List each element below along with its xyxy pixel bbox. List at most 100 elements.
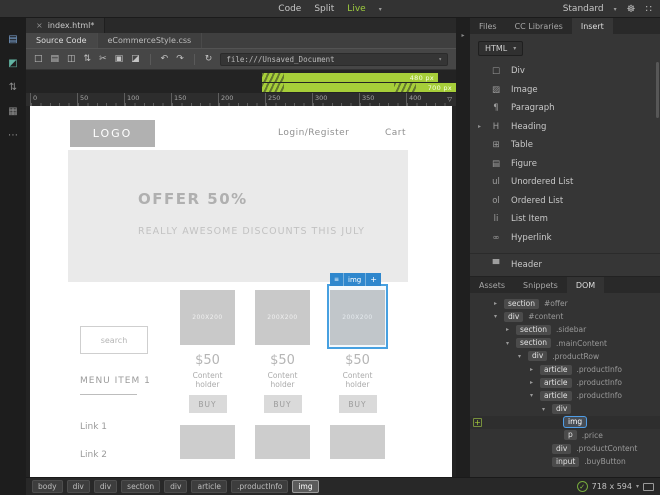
insert-item-unordered-list[interactable]: ul Unordered List bbox=[470, 173, 660, 192]
dom-tag[interactable]: section bbox=[504, 298, 540, 309]
insert-item-div[interactable]: □ Div bbox=[470, 62, 660, 81]
tag-selector-div[interactable]: div bbox=[164, 480, 188, 493]
undo-icon[interactable]: ↶ bbox=[161, 54, 169, 64]
open-file-icon[interactable]: ▤ bbox=[51, 54, 60, 64]
tag-selector-section[interactable]: section bbox=[121, 480, 161, 493]
insert-item-list-item[interactable]: li List Item bbox=[470, 210, 660, 229]
page-logo[interactable]: LOGO bbox=[70, 120, 155, 147]
dom-tag[interactable]: img bbox=[564, 417, 587, 428]
document-tab[interactable]: × index.html* bbox=[26, 18, 106, 33]
workspace-layout-icon[interactable]: ∷ bbox=[646, 4, 652, 15]
media-bar-grip[interactable] bbox=[394, 83, 416, 92]
tab-snippets[interactable]: Snippets bbox=[514, 277, 567, 293]
element-display-tag[interactable]: ≡ img + bbox=[330, 273, 381, 286]
expand-icon[interactable]: ▸ bbox=[478, 123, 481, 130]
collapse-icon[interactable]: ▾ bbox=[506, 340, 516, 347]
workspace-dropdown-icon[interactable]: ▾ bbox=[614, 6, 617, 13]
viewport-dropdown-icon[interactable]: ▾ bbox=[636, 483, 639, 490]
dom-node-div[interactable]: ▾ div bbox=[470, 403, 660, 416]
dom-node-productinfo[interactable]: ▸ article .productInfo bbox=[470, 363, 660, 376]
tab-assets[interactable]: Assets bbox=[470, 277, 514, 293]
sync-settings-icon[interactable]: ☸ bbox=[627, 4, 636, 15]
tag-selector-article[interactable]: article bbox=[191, 480, 227, 493]
copy-icon[interactable]: ▣ bbox=[115, 54, 124, 64]
dom-tag[interactable]: div bbox=[504, 311, 524, 322]
element-menu-icon[interactable]: ≡ bbox=[330, 273, 345, 286]
tab-dom[interactable]: DOM bbox=[566, 277, 605, 293]
new-document-icon[interactable]: □ bbox=[34, 54, 43, 64]
panel-scrollbar[interactable] bbox=[656, 62, 659, 118]
add-element-icon[interactable]: + bbox=[366, 273, 381, 286]
search-input[interactable]: search bbox=[80, 326, 148, 354]
media-query-bar-480[interactable]: 480 px bbox=[262, 73, 438, 82]
lint-ok-icon[interactable]: ✓ bbox=[576, 481, 588, 492]
tab-insert[interactable]: Insert bbox=[571, 18, 613, 34]
refresh-icon[interactable]: ↻ bbox=[205, 54, 213, 64]
expand-icon[interactable]: ▸ bbox=[530, 366, 540, 373]
insert-item-hyperlink[interactable]: ∞ Hyperlink bbox=[470, 229, 660, 248]
expand-icon[interactable]: ▸ bbox=[530, 379, 540, 386]
product-image-placeholder[interactable]: 200X200 bbox=[180, 290, 235, 345]
dom-tag[interactable]: article bbox=[540, 364, 572, 375]
tag-selector-productinfo[interactable]: .productInfo bbox=[231, 480, 289, 493]
redo-icon[interactable]: ↷ bbox=[176, 54, 184, 64]
dom-node-buybutton[interactable]: input .buyButton bbox=[470, 455, 660, 468]
collapse-icon[interactable]: ▾ bbox=[530, 392, 540, 399]
sidebar-link-2[interactable]: Link 2 bbox=[80, 450, 107, 460]
insert-item-header[interactable]: ▀ Header bbox=[470, 256, 660, 275]
dom-tag[interactable]: article bbox=[540, 390, 572, 401]
tag-selector-body[interactable]: body bbox=[32, 480, 63, 493]
dom-tag[interactable]: input bbox=[552, 456, 580, 467]
ruler-marker-icon[interactable]: ▽ bbox=[447, 96, 452, 103]
tab-cc-libraries[interactable]: CC Libraries bbox=[506, 18, 572, 34]
extract-panel-icon[interactable]: ◩ bbox=[8, 58, 17, 69]
collapse-icon[interactable]: ▾ bbox=[494, 313, 504, 320]
collapse-icon[interactable]: ▾ bbox=[518, 353, 528, 360]
dom-tag[interactable]: div bbox=[552, 404, 572, 415]
insert-item-paragraph[interactable]: ¶ Paragraph bbox=[470, 99, 660, 118]
dom-tag[interactable]: div bbox=[528, 351, 548, 362]
dom-node-productinfo[interactable]: ▾ article .productInfo bbox=[470, 389, 660, 402]
dom-tag[interactable]: section bbox=[516, 338, 552, 349]
tab-files[interactable]: Files bbox=[470, 18, 506, 34]
dom-tag[interactable]: article bbox=[540, 377, 572, 388]
view-mode-live[interactable]: Live bbox=[347, 4, 365, 14]
paste-icon[interactable]: ◪ bbox=[131, 54, 140, 64]
element-selection-outline[interactable] bbox=[327, 284, 388, 349]
media-bar-grip[interactable] bbox=[262, 83, 284, 92]
insert-item-ordered-list[interactable]: ol Ordered List bbox=[470, 192, 660, 211]
category-dropdown-icon[interactable]: ▾ bbox=[513, 45, 516, 52]
live-view-canvas[interactable]: LOGO Login/Register Cart OFFER 50% REALL… bbox=[30, 106, 452, 477]
tag-selector-div[interactable]: div bbox=[93, 480, 118, 493]
dom-tag[interactable]: p bbox=[564, 430, 577, 441]
url-dropdown-icon[interactable]: ▾ bbox=[438, 56, 442, 63]
save-icon[interactable]: ◫ bbox=[67, 54, 76, 64]
product-image-placeholder[interactable]: 200X200 bbox=[255, 290, 310, 345]
sidebar-link-1[interactable]: Link 1 bbox=[80, 422, 107, 432]
login-register-link[interactable]: Login/Register bbox=[278, 128, 349, 138]
dom-node-productinfo[interactable]: ▸ article .productInfo bbox=[470, 376, 660, 389]
buy-button[interactable]: BUY bbox=[338, 395, 377, 413]
view-mode-code[interactable]: Code bbox=[278, 4, 301, 14]
workspace-select[interactable]: Standard bbox=[563, 4, 604, 14]
product-card[interactable]: 200X200 $50 Content holder BUY bbox=[180, 290, 235, 459]
related-file-source-code[interactable]: Source Code bbox=[26, 33, 98, 48]
live-dropdown-icon[interactable]: ▾ bbox=[379, 6, 382, 13]
customize-toolbar-icon[interactable]: ⋯ bbox=[8, 130, 18, 141]
insert-item-table[interactable]: ⊞ Table bbox=[470, 136, 660, 155]
cart-link[interactable]: Cart bbox=[385, 128, 406, 138]
media-bar-grip[interactable] bbox=[262, 73, 284, 82]
insert-element-icon[interactable]: + bbox=[473, 417, 482, 427]
dom-node-productcontent[interactable]: div .productContent bbox=[470, 442, 660, 455]
insert-item-heading[interactable]: ▸ H Heading bbox=[470, 118, 660, 137]
file-transfer-icon[interactable]: ⇅ bbox=[84, 54, 92, 64]
insert-item-figure[interactable]: ▤ Figure bbox=[470, 155, 660, 174]
offer-hero-section[interactable]: OFFER 50% REALLY AWESOME DISCOUNTS THIS … bbox=[68, 150, 408, 282]
tag-selector-img-selected[interactable]: img bbox=[292, 480, 319, 493]
dom-node-maincontent[interactable]: ▾ section .mainContent bbox=[470, 337, 660, 350]
tag-selector-div[interactable]: div bbox=[66, 480, 90, 493]
buy-button[interactable]: BUY bbox=[188, 395, 227, 413]
insert-category-select[interactable]: HTML ▾ bbox=[478, 41, 524, 56]
product-card[interactable]: 200X200 $50 Content holder BUY bbox=[255, 290, 310, 459]
selected-element-name[interactable]: img bbox=[344, 273, 367, 286]
